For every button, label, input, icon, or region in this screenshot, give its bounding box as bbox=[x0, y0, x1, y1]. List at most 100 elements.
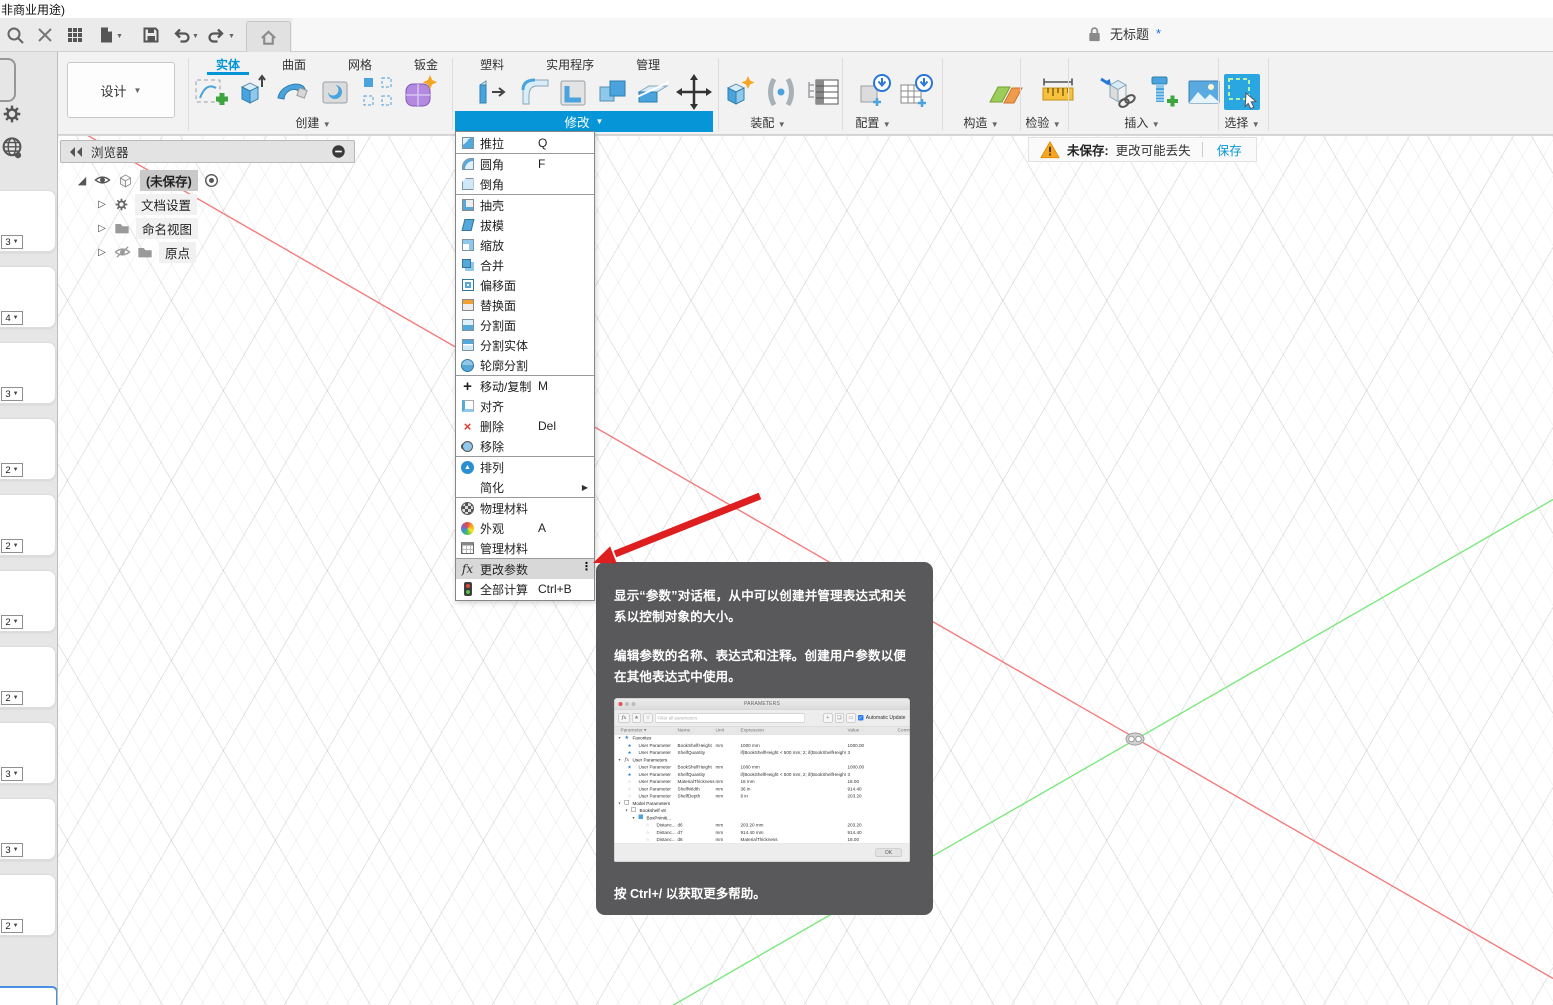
version-dropdown[interactable]: 3▼ bbox=[1, 767, 23, 781]
menu-item-simplify[interactable]: 简化▶ bbox=[456, 477, 594, 497]
data-panel-card[interactable]: 2▼ bbox=[0, 570, 56, 632]
activate-radio-icon[interactable] bbox=[204, 173, 219, 188]
menu-item-offset-face[interactable]: 偏移面 bbox=[456, 275, 594, 295]
version-dropdown[interactable]: 3▼ bbox=[1, 843, 23, 857]
configuration-table-icon[interactable] bbox=[896, 72, 936, 112]
version-dropdown[interactable]: 2▼ bbox=[1, 539, 23, 553]
data-panel-card[interactable]: 3▼ bbox=[0, 342, 56, 404]
ribbon-tab-6[interactable]: 管理 bbox=[615, 54, 681, 74]
expand-caret-icon[interactable]: ▷ bbox=[96, 199, 108, 210]
menu-item-move-copy[interactable]: +移动/复制M bbox=[456, 376, 594, 396]
close-icon[interactable] bbox=[36, 26, 54, 44]
app-grid-icon[interactable] bbox=[66, 26, 84, 44]
menu-item-chamfer[interactable]: 倒角 bbox=[456, 174, 594, 194]
ribbon-tab-0[interactable]: 实体 bbox=[195, 54, 261, 74]
redo-icon[interactable] bbox=[208, 26, 226, 44]
group-label-2[interactable]: 装配 ▼ bbox=[720, 114, 816, 131]
press-pull-icon[interactable] bbox=[472, 72, 512, 112]
hole-icon[interactable] bbox=[316, 72, 356, 112]
menu-item-draft[interactable]: 拔模 bbox=[456, 215, 594, 235]
browser-item-document-settings[interactable]: ▷ 文档设置 bbox=[96, 192, 360, 216]
menu-item-remove[interactable]: 移除 bbox=[456, 436, 594, 456]
fillet-large-icon[interactable] bbox=[515, 72, 555, 112]
configuration-icon[interactable] bbox=[855, 72, 895, 112]
menu-item-arrange[interactable]: ▲排列 bbox=[456, 457, 594, 477]
modify-group-header[interactable]: 修改 ▼ bbox=[455, 111, 713, 132]
version-dropdown[interactable]: 2▼ bbox=[1, 691, 23, 705]
move-large-icon[interactable] bbox=[674, 72, 714, 112]
measure-icon[interactable] bbox=[1038, 72, 1078, 112]
workspace-selector[interactable]: 设计 ▼ bbox=[67, 62, 175, 118]
menu-item-manage-materials[interactable]: 管理材料 bbox=[456, 538, 594, 558]
save-icon[interactable] bbox=[142, 26, 160, 44]
ribbon-tab-1[interactable]: 曲面 bbox=[261, 54, 327, 74]
minimize-circle-icon[interactable] bbox=[331, 144, 346, 159]
menu-item-physical-material[interactable]: 物理材料 bbox=[456, 498, 594, 518]
menu-item-silhouette-split[interactable]: 轮廓分割 bbox=[456, 355, 594, 375]
browser-item-named-views[interactable]: ▷ 命名视图 bbox=[96, 216, 360, 240]
undo-icon[interactable] bbox=[172, 26, 190, 44]
browser-item-origin[interactable]: ▷ 原点 bbox=[96, 240, 360, 264]
joint-icon[interactable] bbox=[761, 72, 801, 112]
root-document-label[interactable]: (未保存) bbox=[140, 170, 198, 191]
split-body-large-icon[interactable] bbox=[633, 72, 673, 112]
menu-item-compute-all[interactable]: 全部计算Ctrl+B bbox=[456, 579, 594, 599]
menu-item-align[interactable]: 对齐 bbox=[456, 396, 594, 416]
data-panel-card[interactable]: 4▼ bbox=[0, 266, 56, 328]
menu-item-appearance[interactable]: 外观A bbox=[456, 518, 594, 538]
home-tab[interactable] bbox=[246, 21, 291, 52]
data-panel-card[interactable]: 2▼ bbox=[0, 874, 56, 936]
insert-fastener-icon[interactable] bbox=[1141, 72, 1181, 112]
ribbon-tab-4[interactable]: 塑料 bbox=[459, 54, 525, 74]
eye-off-icon[interactable] bbox=[114, 245, 131, 259]
insert-derive-icon[interactable] bbox=[1098, 72, 1138, 112]
group-label-0[interactable]: 创建 ▼ bbox=[265, 114, 361, 131]
menu-item-scale[interactable]: 缩放 bbox=[456, 235, 594, 255]
bom-table-icon[interactable] bbox=[804, 72, 844, 112]
pattern-icon[interactable] bbox=[358, 72, 398, 112]
browser-item-label[interactable]: 命名视图 bbox=[136, 218, 198, 239]
new-file-icon[interactable] bbox=[97, 26, 115, 44]
data-panel-card[interactable]: 3▼ bbox=[0, 798, 56, 860]
group-label-7[interactable]: 选择 ▼ bbox=[1194, 114, 1290, 131]
version-dropdown[interactable]: 2▼ bbox=[1, 463, 23, 477]
data-panel-card[interactable]: 3▼ bbox=[0, 190, 56, 252]
web-globe-icon[interactable] bbox=[0, 136, 24, 160]
select-icon[interactable] bbox=[1222, 72, 1262, 112]
shell-large-icon[interactable] bbox=[553, 72, 593, 112]
revolve-icon[interactable] bbox=[272, 72, 312, 112]
browser-root-row[interactable]: ◢ (未保存) bbox=[76, 168, 360, 192]
menu-item-replace-face[interactable]: 替换面 bbox=[456, 295, 594, 315]
menu-item-fillet[interactable]: 圆角F bbox=[456, 154, 594, 174]
combine-large-icon[interactable] bbox=[593, 72, 633, 112]
ribbon-tab-3[interactable]: 钣金 bbox=[393, 54, 459, 74]
ribbon-tab-2[interactable]: 网格 bbox=[327, 54, 393, 74]
group-label-3[interactable]: 配置 ▼ bbox=[825, 114, 921, 131]
selected-card-frame[interactable] bbox=[0, 986, 58, 1005]
version-dropdown[interactable]: 2▼ bbox=[1, 615, 23, 629]
ribbon-tab-5[interactable]: 实用程序 bbox=[525, 54, 615, 74]
version-dropdown[interactable]: 3▼ bbox=[1, 387, 23, 401]
data-panel-card[interactable]: 3▼ bbox=[0, 722, 56, 784]
search-icon[interactable] bbox=[6, 26, 24, 44]
data-panel-card[interactable]: 2▼ bbox=[0, 494, 56, 556]
gear-icon[interactable] bbox=[2, 104, 22, 124]
expand-caret-icon[interactable]: ▷ bbox=[96, 247, 108, 258]
browser-item-label[interactable]: 原点 bbox=[159, 242, 196, 263]
menu-item-delete[interactable]: ×删除Del bbox=[456, 416, 594, 436]
collapse-icon[interactable] bbox=[69, 146, 83, 158]
menu-item-press-pull[interactable]: 推拉Q bbox=[456, 133, 594, 153]
menu-item-combine[interactable]: 合并 bbox=[456, 255, 594, 275]
menu-item-split-body[interactable]: 分割实体 bbox=[456, 335, 594, 355]
group-label-5[interactable]: 检验 ▼ bbox=[995, 114, 1091, 131]
version-dropdown[interactable]: 2▼ bbox=[1, 919, 23, 933]
version-dropdown[interactable]: 4▼ bbox=[1, 311, 23, 325]
redo-caret-icon[interactable]: ▼ bbox=[228, 33, 235, 40]
data-panel-card[interactable]: 2▼ bbox=[0, 646, 56, 708]
version-dropdown[interactable]: 3▼ bbox=[1, 235, 23, 249]
menu-item-change-parameters[interactable]: fx更改参数⋮ bbox=[456, 559, 594, 579]
browser-header[interactable]: 浏览器 bbox=[60, 140, 355, 163]
new-file-caret-icon[interactable]: ▼ bbox=[116, 33, 123, 40]
new-component-icon[interactable] bbox=[720, 72, 760, 112]
group-label-6[interactable]: 插入 ▼ bbox=[1094, 114, 1190, 131]
